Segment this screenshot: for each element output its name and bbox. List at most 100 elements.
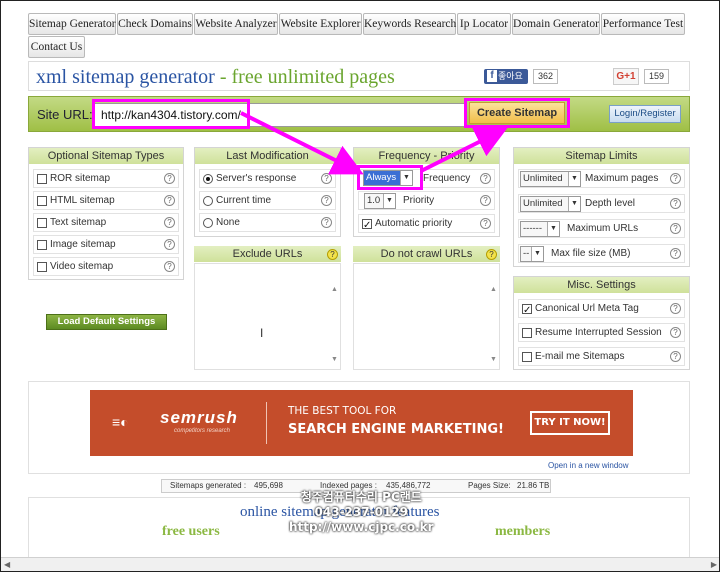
ror-sitemap-option[interactable]: ROR sitemap? <box>33 169 179 188</box>
help-icon[interactable]: ? <box>670 351 681 362</box>
max-urls-select[interactable]: ------ ▼ <box>520 221 560 237</box>
exclude-urls-label: Exclude URLs <box>232 248 303 260</box>
open-new-window-link[interactable]: Open in a new window <box>548 461 629 470</box>
option-label: Image sitemap <box>50 239 116 250</box>
help-icon[interactable]: ? <box>670 303 681 314</box>
priority-value: 1.0 <box>367 195 381 206</box>
scroll-up-icon[interactable]: ▲ <box>331 286 338 293</box>
help-icon[interactable]: ? <box>164 173 175 184</box>
do-not-crawl-title: Do not crawl URLs? <box>353 246 500 262</box>
image-sitemap-option[interactable]: Image sitemap? <box>33 235 179 254</box>
help-icon[interactable]: ? <box>670 173 681 184</box>
checkbox-icon[interactable] <box>522 302 532 319</box>
checkbox-icon[interactable] <box>362 217 372 234</box>
scroll-down-icon[interactable]: ▼ <box>490 356 497 363</box>
help-icon[interactable]: ? <box>327 249 338 260</box>
select-value: -- <box>523 248 530 259</box>
scroll-left-icon[interactable]: ◀ <box>4 560 10 569</box>
max-file-size-select[interactable]: -- ▼ <box>520 246 544 262</box>
exclude-urls-panel: Exclude URLs? ▲ ▼ <box>194 246 341 370</box>
radio-icon[interactable] <box>203 218 213 228</box>
misc-settings-title: Misc. Settings <box>514 277 689 293</box>
chevron-down-icon: ▼ <box>547 222 559 236</box>
html-sitemap-option[interactable]: HTML sitemap? <box>33 191 179 210</box>
automatic-priority-option[interactable]: Automatic priority? <box>358 214 495 234</box>
scrollbar[interactable]: ▲ ▼ <box>329 264 340 369</box>
browser-frame: Sitemap Generator Check Domains Website … <box>0 0 720 572</box>
help-icon[interactable]: ? <box>164 261 175 272</box>
scroll-up-icon[interactable]: ▲ <box>490 286 497 293</box>
checkbox-icon[interactable] <box>37 218 47 228</box>
fb-like-count: 362 <box>533 69 559 84</box>
help-icon[interactable]: ? <box>321 195 332 206</box>
tab-sitemap-generator[interactable]: Sitemap Generator <box>28 13 116 35</box>
exclude-urls-textarea[interactable]: ▲ ▼ <box>194 263 341 370</box>
depth-level-select[interactable]: Unlimited ▼ <box>520 196 581 212</box>
optional-types-title: Optional Sitemap Types <box>29 148 183 164</box>
scroll-right-icon[interactable]: ▶ <box>711 560 717 569</box>
scroll-down-icon[interactable]: ▼ <box>331 356 338 363</box>
resume-session-option[interactable]: Resume Interrupted Session? <box>518 323 685 342</box>
current-time-option[interactable]: Current time? <box>199 191 336 210</box>
option-label: HTML sitemap <box>50 195 115 206</box>
checkbox-icon[interactable] <box>37 174 47 184</box>
do-not-crawl-textarea[interactable]: ▲ ▼ <box>353 263 500 370</box>
frequency-priority-title: Frequency - Priority <box>354 148 499 164</box>
members-heading: members <box>495 524 551 539</box>
site-url-bar: Site URL: http://kan4304.tistory.com/ Cr… <box>28 96 690 132</box>
checkbox-icon[interactable] <box>37 240 47 250</box>
none-option[interactable]: None? <box>199 213 336 232</box>
limit-label: Maximum URLs <box>567 223 639 234</box>
login-register-button[interactable]: Login/Register <box>609 105 681 123</box>
help-icon[interactable]: ? <box>164 217 175 228</box>
help-icon[interactable]: ? <box>670 248 681 259</box>
checkbox-icon[interactable] <box>37 196 47 206</box>
title-bar: xml sitemap generator - free unlimited p… <box>28 61 690 91</box>
tab-ip-locator[interactable]: Ip Locator <box>457 13 511 35</box>
tab-contact-us[interactable]: Contact Us <box>28 36 85 58</box>
radio-icon[interactable] <box>203 174 213 184</box>
tab-keywords-research[interactable]: Keywords Research <box>363 13 456 35</box>
help-icon[interactable]: ? <box>480 173 491 184</box>
tab-domain-generator[interactable]: Domain Generator <box>512 13 600 35</box>
horizontal-scrollbar[interactable]: ◀ ▶ <box>1 557 719 571</box>
checkbox-icon[interactable] <box>522 328 532 338</box>
help-icon[interactable]: ? <box>164 239 175 250</box>
email-sitemaps-option[interactable]: E-mail me Sitemaps? <box>518 347 685 366</box>
help-icon[interactable]: ? <box>480 218 491 229</box>
server-response-option[interactable]: Server's response? <box>199 169 336 188</box>
ad-divider <box>266 402 267 444</box>
help-icon[interactable]: ? <box>321 217 332 228</box>
priority-select[interactable]: 1.0 ▼ <box>364 193 396 209</box>
help-icon[interactable]: ? <box>670 223 681 234</box>
help-icon[interactable]: ? <box>670 327 681 338</box>
tab-website-analyzer[interactable]: Website Analyzer <box>194 13 278 35</box>
tab-website-explorer[interactable]: Website Explorer <box>279 13 362 35</box>
do-not-crawl-panel: Do not crawl URLs? ▲ ▼ <box>353 246 500 370</box>
help-icon[interactable]: ? <box>480 195 491 206</box>
help-icon[interactable]: ? <box>321 173 332 184</box>
tab-performance-test[interactable]: Performance Test <box>601 13 685 35</box>
video-sitemap-option[interactable]: Video sitemap? <box>33 257 179 276</box>
gplus-button[interactable]: G+1 <box>613 68 639 85</box>
text-cursor-icon: I <box>260 326 264 340</box>
checkbox-icon[interactable] <box>522 352 532 362</box>
title-dash: - <box>214 66 232 88</box>
max-pages-select[interactable]: Unlimited ▼ <box>520 171 581 187</box>
semrush-banner[interactable]: ≡◐ semrush competitors research THE BEST… <box>90 390 633 456</box>
text-sitemap-option[interactable]: Text sitemap? <box>33 213 179 232</box>
tab-check-domains[interactable]: Check Domains <box>117 13 193 35</box>
help-icon[interactable]: ? <box>486 249 497 260</box>
ad-try-button[interactable]: TRY IT NOW! <box>530 411 610 435</box>
option-label: Server's response <box>216 173 297 184</box>
radio-icon[interactable] <box>203 196 213 206</box>
checkbox-icon[interactable] <box>37 262 47 272</box>
scrollbar[interactable]: ▲ ▼ <box>488 264 499 369</box>
load-default-settings-button[interactable]: Load Default Settings <box>46 314 167 330</box>
help-icon[interactable]: ? <box>164 195 175 206</box>
facebook-like-button[interactable]: f 좋아요 <box>484 69 528 84</box>
semrush-fire-icon: ≡◐ <box>112 414 129 430</box>
canonical-url-option[interactable]: Canonical Url Meta Tag? <box>518 299 685 319</box>
help-icon[interactable]: ? <box>670 198 681 209</box>
facebook-icon: f <box>487 70 497 82</box>
